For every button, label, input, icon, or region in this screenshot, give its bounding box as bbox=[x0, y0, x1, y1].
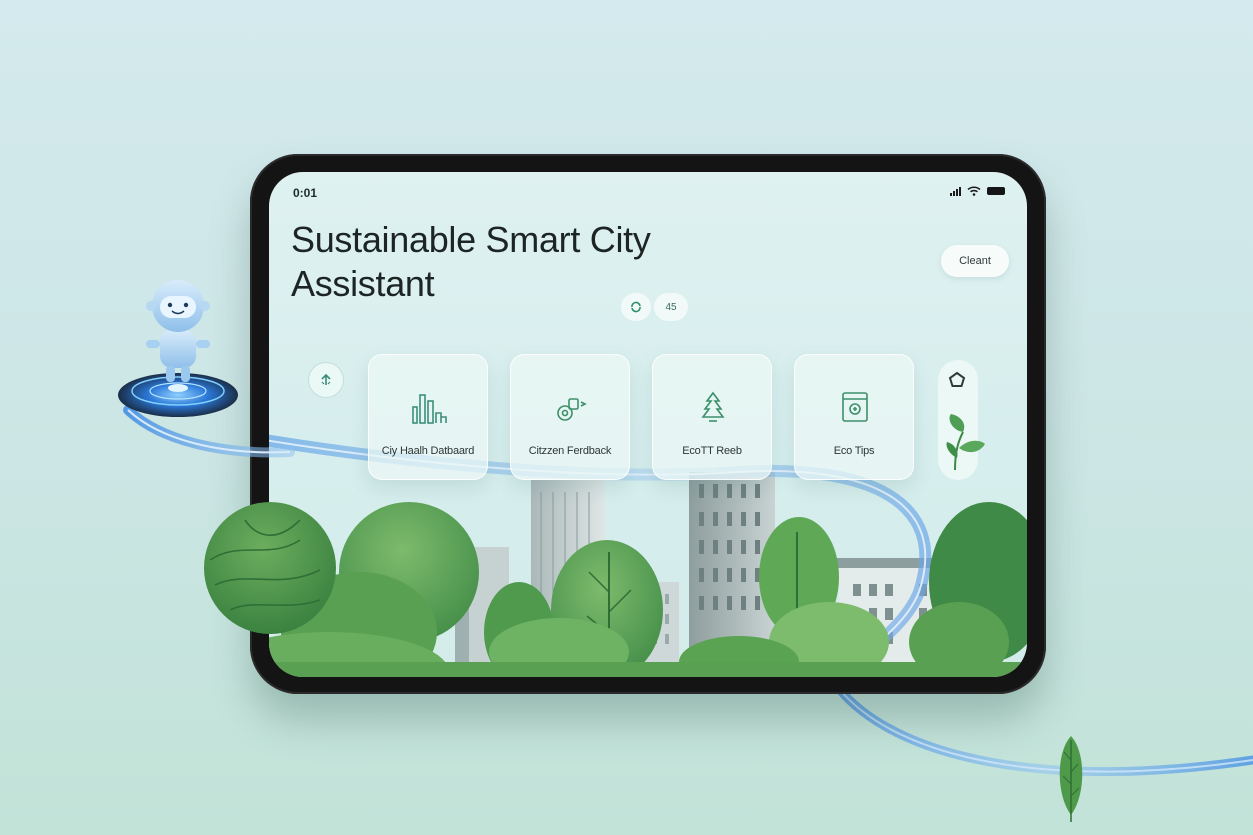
eco-tips-icon bbox=[842, 392, 868, 422]
plant-icon bbox=[946, 414, 985, 471]
clear-button[interactable]: Cleant bbox=[941, 245, 1009, 277]
upload-icon bbox=[321, 373, 331, 385]
card-label: EcoTT Reeb bbox=[682, 445, 742, 457]
pentagon-icon bbox=[948, 371, 966, 387]
count-pill[interactable]: 45 bbox=[654, 293, 688, 321]
status-time: 0:01 bbox=[293, 186, 318, 200]
app-screen: 0:01 Sustainable Smart City Assistant Cl… bbox=[269, 172, 1027, 677]
status-icons bbox=[950, 186, 1005, 196]
card-eco-tips[interactable]: Eco Tips bbox=[794, 354, 914, 480]
card-label: Eco Tips bbox=[833, 445, 875, 457]
bar-chart-icon bbox=[412, 394, 447, 424]
wifi-icon bbox=[967, 186, 981, 196]
battery-icon bbox=[987, 187, 1005, 195]
recycle-icon bbox=[701, 391, 725, 422]
page-title: Sustainable Smart City Assistant bbox=[291, 218, 751, 306]
feedback-icon bbox=[557, 398, 587, 421]
card-eco-feed[interactable]: EcoTT Reeb bbox=[652, 354, 772, 480]
signal-icon bbox=[950, 186, 961, 196]
leaf-icon bbox=[1059, 736, 1083, 822]
upload-button[interactable] bbox=[308, 362, 344, 398]
app-stage: 0:01 Sustainable Smart City Assistant Cl… bbox=[0, 0, 1253, 835]
card-city-health-dashboard[interactable]: Ciy Haalh Datbaard bbox=[368, 354, 488, 480]
refresh-pill[interactable] bbox=[621, 293, 651, 321]
refresh-icon bbox=[631, 301, 641, 313]
page-title-line1: Sustainable Smart City bbox=[291, 219, 651, 260]
settings-button[interactable] bbox=[942, 365, 972, 395]
card-citizen-feedback[interactable]: Citzzen Ferdback bbox=[510, 354, 630, 480]
card-label: Citzzen Ferdback bbox=[528, 445, 612, 457]
card-label: Ciy Haalh Datbaard bbox=[381, 445, 475, 457]
